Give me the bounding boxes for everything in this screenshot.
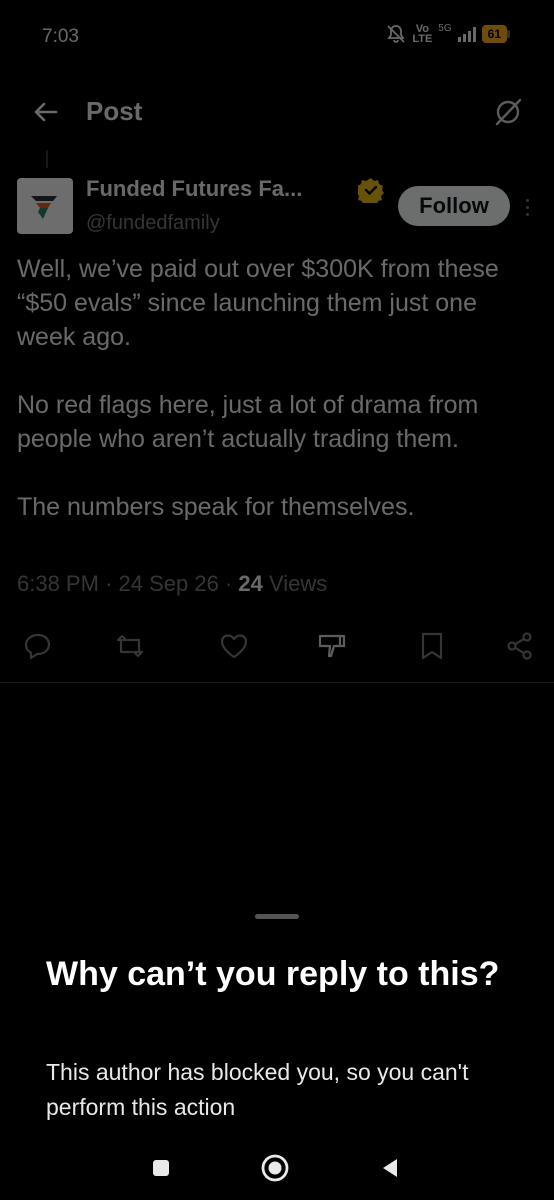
repost-icon[interactable] (114, 630, 146, 662)
sheet-body: This author has blocked you, so you can'… (46, 1059, 469, 1120)
signal-icon (457, 26, 476, 42)
network-type-label: 5G (438, 22, 452, 34)
avatar[interactable] (17, 178, 73, 234)
battery-icon: 61 (481, 25, 510, 43)
volte-bottom-label: LTE (412, 33, 433, 45)
post-paragraph: No red flags here, just a lot of drama f… (17, 391, 479, 453)
home-icon[interactable] (259, 1152, 291, 1184)
back-icon[interactable] (374, 1152, 406, 1184)
grok-icon (495, 98, 522, 126)
bookmark-icon[interactable] (416, 630, 448, 662)
sheet-title: Why can’t you reply to this? (46, 955, 500, 993)
battery-level: 61 (481, 25, 507, 43)
grok-button[interactable] (492, 96, 524, 128)
verified-badge-icon (356, 177, 384, 207)
more-options-icon[interactable] (520, 192, 534, 222)
meta-separator: · (224, 571, 233, 596)
follow-button[interactable]: Follow (398, 186, 510, 226)
author-handle[interactable]: @fundedfamily (86, 212, 220, 235)
bottom-sheet: Why can’t you reply to this? This author… (0, 890, 554, 1200)
post-date: 24 Sep 26 (118, 571, 219, 596)
dislike-icon[interactable] (316, 630, 348, 662)
share-icon[interactable] (504, 630, 536, 662)
post-time: 6:38 PM (17, 571, 99, 596)
meta-separator: · (105, 571, 113, 596)
back-button[interactable] (30, 96, 62, 128)
volte-icon: Vo LTE (412, 24, 433, 45)
status-icons: Vo LTE 5G 61 (386, 22, 510, 45)
reply-icon[interactable] (22, 630, 54, 662)
post-header: Post (0, 84, 554, 140)
views-count: 24 (238, 571, 263, 596)
page-title: Post (86, 96, 143, 126)
thread-line (46, 150, 48, 168)
mute-icon (386, 24, 406, 44)
status-time: 7:03 (42, 26, 79, 47)
system-nav-bar (0, 1136, 554, 1200)
divider (0, 682, 554, 683)
sheet-handle[interactable] (255, 914, 299, 919)
arrow-left-icon (34, 102, 58, 122)
post-body: Well, we’ve paid out over $300K from the… (17, 252, 542, 558)
status-bar: 7:03 Vo LTE 5G 61 (0, 0, 554, 74)
post-paragraph: Well, we’ve paid out over $300K from the… (17, 255, 499, 351)
post-meta: 6:38 PM · 24 Sep 26 · 24 Views (17, 571, 327, 597)
like-icon[interactable] (218, 630, 250, 662)
views-label: Views (269, 571, 328, 596)
recents-icon[interactable] (145, 1152, 177, 1184)
post-paragraph: The numbers speak for themselves. (17, 493, 415, 521)
funded-futures-logo-icon (31, 196, 57, 219)
post-actions (0, 630, 554, 662)
author-name[interactable]: Funded Futures Fa... (86, 176, 302, 202)
